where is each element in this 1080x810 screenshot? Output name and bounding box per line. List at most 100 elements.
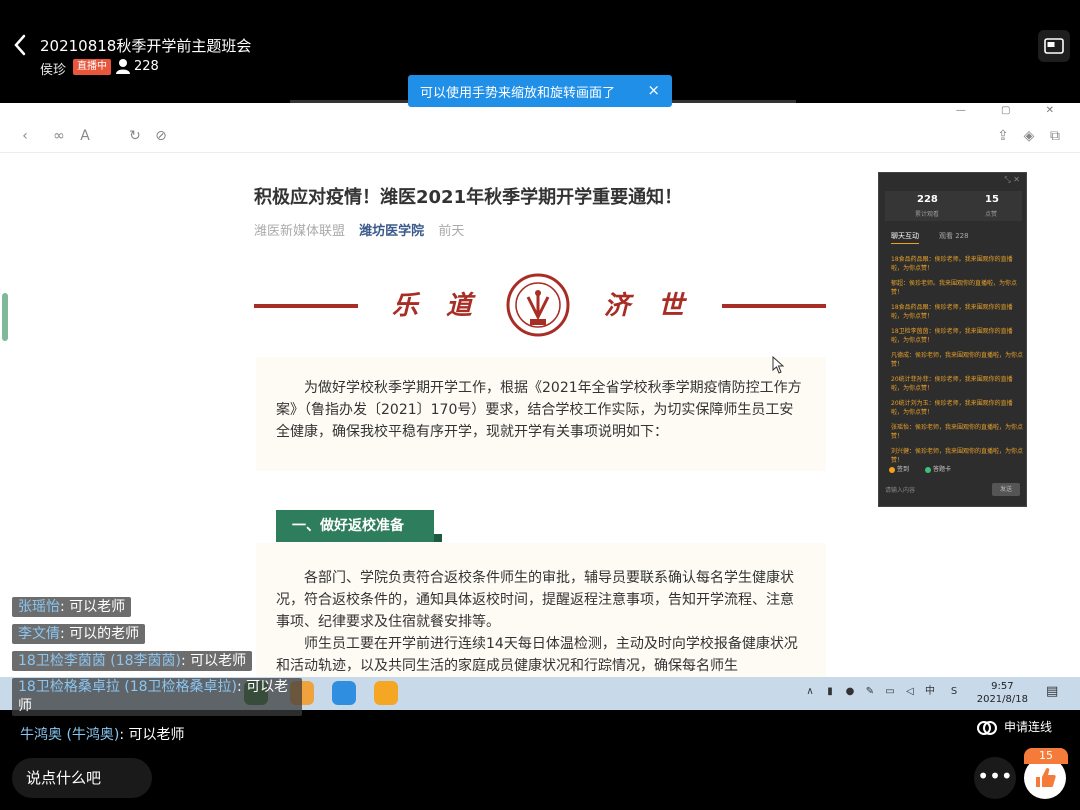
apply-connect-button[interactable]: 申请连线 [976,717,1052,737]
sign-in-option[interactable]: 签到 [889,464,909,473]
dot-icon [889,466,895,473]
chevron-up-icon[interactable]: ∧ [804,686,816,698]
viewer-count: 228 [134,59,159,74]
intro-paragraph: 为做好学校秋季学期开学工作，根据《2021年全省学校秋季学期疫情防控工作方案》（… [276,380,802,440]
taskbar-app-icon[interactable] [332,681,356,705]
mouse-cursor-icon [772,356,785,374]
like-count-badge: 15 [1024,748,1068,764]
font-size-icon[interactable]: A [76,127,94,145]
chat-nickname[interactable]: 张瑶怡 [18,599,60,615]
section-paragraph-2: 师生员工要在开学前进行连续14天每日体温检测，主动及时向学校报备健康状况和活动轨… [276,636,798,674]
panel-message: 18食品药品眼：侯珍老师。我来围观你的直播啦，为你点赞！ [891,256,1013,272]
university-seal-logo [506,273,570,337]
chat-text: : 可以老师 [119,727,185,743]
stat-watch-label: 累计观看 [915,211,940,218]
clock-date: 2021/8/18 [976,694,1028,705]
cube-icon[interactable]: ◈ [1020,127,1038,145]
notification-icon[interactable]: ▤ [1046,685,1058,698]
panel-message: 凡德成：侯珍老师，我来围观你的直播啦，为你点赞！ [891,352,1024,368]
taskbar-app-icon[interactable] [374,681,398,705]
taskbar-clock[interactable]: 9:57 2021/8/18 [977,680,1028,706]
tray-app-icon[interactable]: ● [844,686,856,698]
article-meta: 潍医新媒体联盟 潍坊医学院 前天 [254,220,464,239]
input-method-icon[interactable]: S [948,686,960,698]
banner-char-2: 道 [446,291,473,321]
article-title: 积极应对疫情！潍医2021年秋季学期开学重要通知！ [254,187,683,208]
link-icon[interactable]: ∞ [50,127,68,145]
tray-app-icon[interactable]: ✎ [864,686,876,698]
article-time: 前天 [438,224,465,239]
back-arrow-icon[interactable] [10,32,30,58]
chat-message: 18卫检李茵茵 (18李茵茵): 可以老师 [12,651,253,671]
chat-nickname[interactable]: 牛鸿奥 (牛鸿奥) [20,727,119,743]
panel-controls[interactable]: ⤡ ✕ [1004,175,1020,185]
panel-message: 18卫检李茵茵：侯珍老师，我来围观你的直播啦，为你点赞！ [891,328,1013,344]
apply-connect-label: 申请连线 [1004,720,1053,734]
chat-text: : 可以老师 [181,653,247,669]
volume-icon[interactable]: ◁ [904,686,916,698]
remote-chat-panel: ⤡ ✕ 228 累计观看 15 点赞 聊天互动 观看 228 18食品药品眼：侯… [878,172,1027,507]
host-name[interactable]: 侯珍 [40,59,66,78]
window-controls[interactable]: — ▢ ✕ [956,105,1070,116]
close-icon[interactable]: × [647,81,660,99]
refresh-icon[interactable]: ↻ [126,127,144,145]
panel-message: 20统计刘为玉：侯珍老师，我来围观你的直播啦，为你点赞！ [891,400,1013,416]
comment-input[interactable]: 说点什么吧 [12,758,152,798]
intro-paragraph-box: 为做好学校秋季学期开学工作，根据《2021年全省学校秋季学期疫情防控工作方案》（… [256,357,826,471]
chat-message: 牛鸿奥 (牛鸿奥): 可以老师 [20,724,185,744]
ime-indicator[interactable]: 中 [924,686,936,698]
picture-in-picture-icon [1044,38,1064,54]
banner-line-right [722,304,826,308]
banner-char-1: 乐 [392,291,419,321]
chat-message: 张瑶怡: 可以老师 [12,597,132,617]
picture-in-picture-button[interactable] [1038,30,1070,62]
banner-line-left [254,304,358,308]
panel-send-button[interactable]: 发送 [992,483,1020,496]
browser-toolbar: ‹ ∞ A ↻ ⊘ ⇪ ◈ ⧉ [0,119,1080,153]
chat-message: 18卫检格桑卓拉 (18卫检格桑卓拉): 可以老师 [12,678,302,716]
section-paragraph-1: 各部门、学院负责符合返校条件师生的审批，辅导员要联系确认每名学生健康状况，符合返… [276,570,794,630]
chat-text: : 可以的老师 [60,626,140,642]
article-source-link[interactable]: 潍坊医学院 [359,224,424,239]
chat-text: : 可以老师 [60,599,126,615]
chat-nickname[interactable]: 18卫检李茵茵 (18李茵茵) [18,653,181,669]
panel-chat-input[interactable]: 请输入内容 [885,485,915,494]
battery-icon[interactable]: ▭ [884,686,896,698]
stat-watch-count: 228 [917,194,938,205]
chat-nickname[interactable]: 18卫检格桑卓拉 (18卫检格桑卓拉) [18,679,237,695]
live-room-screen: 20210818秋季开学前主题班会 侯珍 直播中 228 可以使用手势来缩放和旋… [0,0,1080,810]
chat-message: 李文倩: 可以的老师 [12,624,146,644]
tab-viewers[interactable]: 观看 228 [939,231,969,241]
connect-link-icon [977,720,997,735]
panel-message: 刘兴健：侯珍老师，我来围观你的直播啦，为你点赞！ [891,448,1024,464]
side-drag-handle[interactable] [2,293,8,341]
hint-text: 可以使用手势来缩放和旋转画面了 [420,85,616,101]
panel-message: 20统计菲孙菲：侯珍老师，我来围观你的直播啦，为你点赞！ [891,376,1013,392]
room-title: 20210818秋季开学前主题班会 [40,37,252,55]
share-icon[interactable]: ⇪ [994,127,1012,145]
shared-screen[interactable]: — ▢ ✕ ‹ ∞ A ↻ ⊘ ⇪ ◈ ⧉ 积极应对疫情！潍医2021年秋季学期… [0,103,1080,677]
section-heading: 一、做好返校准备 [276,510,442,542]
dot-icon [925,466,931,473]
chat-nickname[interactable]: 李文倩 [18,626,60,642]
mic-icon[interactable]: ▮ [824,686,836,698]
compass-icon[interactable]: ⊘ [152,127,170,145]
mini-program-icon[interactable]: ⧉ [1046,127,1064,145]
stat-like-count: 15 [985,194,999,205]
more-options-button[interactable]: ••• [974,757,1016,799]
clock-time: 9:57 [991,681,1014,692]
banner-char-4: 世 [658,291,685,321]
answer-card-option[interactable]: 答题卡 [925,464,951,473]
section-paragraph-box: 各部门、学院负责符合返校条件师生的审批，辅导员要联系确认每名学生健康状况，符合返… [256,543,826,677]
banner-char-3: 济 [604,291,631,321]
live-status-badge: 直播中 [73,59,111,75]
panel-message: 18食品药品眼：侯珍老师，我来围观你的直播啦，为你点赞！ [891,304,1013,320]
panel-message: 郁超：侯珍老师。我来围观你的直播啦，为你点赞！ [891,280,1018,296]
gesture-hint-toast: 可以使用手势来缩放和旋转画面了 × [408,75,672,107]
back-icon[interactable]: ‹ [16,127,34,145]
panel-message: 张瑶怡：侯珍老师，我来围观你的直播啦，为你点赞！ [891,424,1024,440]
stat-like-label: 点赞 [985,211,998,218]
tab-chat[interactable]: 聊天互动 [891,231,919,244]
motto-banner: 乐 道 济 世 [254,271,826,337]
panel-stats: 228 累计观看 15 点赞 [885,191,1022,221]
